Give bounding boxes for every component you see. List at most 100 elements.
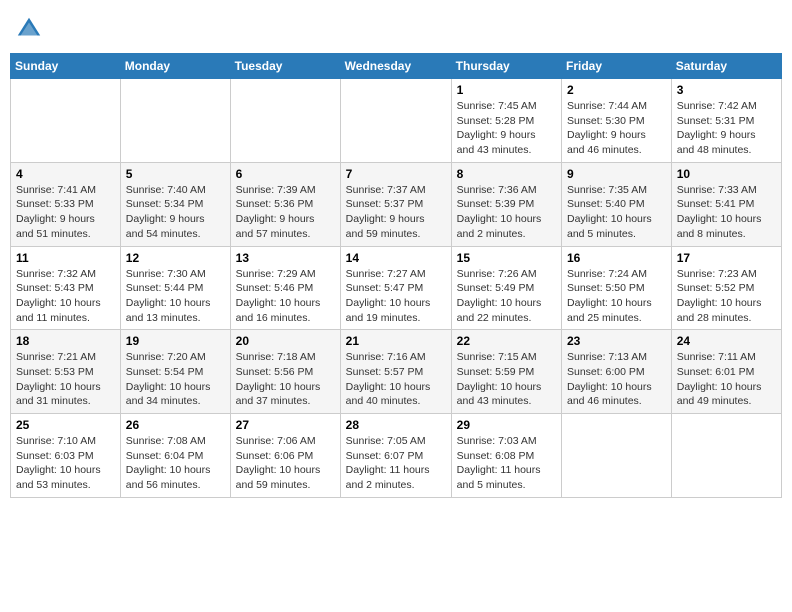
day-number: 29	[457, 418, 556, 432]
logo	[15, 15, 46, 43]
calendar-cell: 16 Sunrise: 7:24 AM Sunset: 5:50 PM Dayli…	[562, 246, 672, 330]
day-number: 11	[16, 251, 115, 265]
day-number: 8	[457, 167, 556, 181]
day-info: Sunrise: 7:37 AM Sunset: 5:37 PM Dayligh…	[346, 183, 446, 242]
day-number: 14	[346, 251, 446, 265]
calendar-cell	[230, 79, 340, 163]
day-number: 23	[567, 334, 666, 348]
day-number: 24	[677, 334, 776, 348]
day-number: 9	[567, 167, 666, 181]
calendar-cell: 18 Sunrise: 7:21 AM Sunset: 5:53 PM Dayli…	[11, 330, 121, 414]
day-info: Sunrise: 7:21 AM Sunset: 5:53 PM Dayligh…	[16, 350, 115, 409]
day-number: 20	[236, 334, 335, 348]
calendar-table: SundayMondayTuesdayWednesdayThursdayFrid…	[10, 53, 782, 498]
calendar-cell	[11, 79, 121, 163]
day-number: 22	[457, 334, 556, 348]
day-number: 2	[567, 83, 666, 97]
day-number: 1	[457, 83, 556, 97]
calendar-cell: 7 Sunrise: 7:37 AM Sunset: 5:37 PM Daylig…	[340, 162, 451, 246]
day-info: Sunrise: 7:44 AM Sunset: 5:30 PM Dayligh…	[567, 99, 666, 158]
day-number: 21	[346, 334, 446, 348]
day-info: Sunrise: 7:36 AM Sunset: 5:39 PM Dayligh…	[457, 183, 556, 242]
calendar-week-row: 1 Sunrise: 7:45 AM Sunset: 5:28 PM Daylig…	[11, 79, 782, 163]
calendar-cell: 10 Sunrise: 7:33 AM Sunset: 5:41 PM Dayli…	[671, 162, 781, 246]
calendar-cell: 27 Sunrise: 7:06 AM Sunset: 6:06 PM Dayli…	[230, 414, 340, 498]
calendar-cell: 1 Sunrise: 7:45 AM Sunset: 5:28 PM Daylig…	[451, 79, 561, 163]
day-info: Sunrise: 7:27 AM Sunset: 5:47 PM Dayligh…	[346, 267, 446, 326]
day-number: 26	[126, 418, 225, 432]
day-info: Sunrise: 7:30 AM Sunset: 5:44 PM Dayligh…	[126, 267, 225, 326]
calendar-week-row: 11 Sunrise: 7:32 AM Sunset: 5:43 PM Dayli…	[11, 246, 782, 330]
calendar-week-row: 25 Sunrise: 7:10 AM Sunset: 6:03 PM Dayli…	[11, 414, 782, 498]
calendar-cell: 6 Sunrise: 7:39 AM Sunset: 5:36 PM Daylig…	[230, 162, 340, 246]
day-number: 10	[677, 167, 776, 181]
day-number: 28	[346, 418, 446, 432]
calendar-cell: 4 Sunrise: 7:41 AM Sunset: 5:33 PM Daylig…	[11, 162, 121, 246]
calendar-header-row: SundayMondayTuesdayWednesdayThursdayFrid…	[11, 54, 782, 79]
calendar-cell: 2 Sunrise: 7:44 AM Sunset: 5:30 PM Daylig…	[562, 79, 672, 163]
calendar-cell: 15 Sunrise: 7:26 AM Sunset: 5:49 PM Dayli…	[451, 246, 561, 330]
day-info: Sunrise: 7:08 AM Sunset: 6:04 PM Dayligh…	[126, 434, 225, 493]
calendar-cell: 3Sunrise: 7:42 AM Sunset: 5:31 PM Daylig…	[671, 79, 781, 163]
calendar-header-sunday: Sunday	[11, 54, 121, 79]
day-number: 27	[236, 418, 335, 432]
calendar-cell	[340, 79, 451, 163]
calendar-week-row: 4 Sunrise: 7:41 AM Sunset: 5:33 PM Daylig…	[11, 162, 782, 246]
calendar-header-wednesday: Wednesday	[340, 54, 451, 79]
day-info: Sunrise: 7:39 AM Sunset: 5:36 PM Dayligh…	[236, 183, 335, 242]
day-info: Sunrise: 7:26 AM Sunset: 5:49 PM Dayligh…	[457, 267, 556, 326]
day-info: Sunrise: 7:32 AM Sunset: 5:43 PM Dayligh…	[16, 267, 115, 326]
day-number: 4	[16, 167, 115, 181]
calendar-cell: 14 Sunrise: 7:27 AM Sunset: 5:47 PM Dayli…	[340, 246, 451, 330]
day-info: Sunrise: 7:20 AM Sunset: 5:54 PM Dayligh…	[126, 350, 225, 409]
day-info: Sunrise: 7:11 AM Sunset: 6:01 PM Dayligh…	[677, 350, 776, 409]
day-number: 16	[567, 251, 666, 265]
day-number: 7	[346, 167, 446, 181]
calendar-cell	[671, 414, 781, 498]
day-info: Sunrise: 7:41 AM Sunset: 5:33 PM Dayligh…	[16, 183, 115, 242]
day-info: Sunrise: 7:45 AM Sunset: 5:28 PM Dayligh…	[457, 99, 556, 158]
day-number: 13	[236, 251, 335, 265]
day-info: Sunrise: 7:29 AM Sunset: 5:46 PM Dayligh…	[236, 267, 335, 326]
day-info: Sunrise: 7:23 AM Sunset: 5:52 PM Dayligh…	[677, 267, 776, 326]
page-header	[10, 10, 782, 43]
day-number: 15	[457, 251, 556, 265]
calendar-cell: 20 Sunrise: 7:18 AM Sunset: 5:56 PM Dayli…	[230, 330, 340, 414]
calendar-cell: 23 Sunrise: 7:13 AM Sunset: 6:00 PM Dayli…	[562, 330, 672, 414]
calendar-cell	[120, 79, 230, 163]
day-number: 6	[236, 167, 335, 181]
day-number: 18	[16, 334, 115, 348]
calendar-cell: 5Sunrise: 7:40 AM Sunset: 5:34 PM Daylig…	[120, 162, 230, 246]
day-number: 25	[16, 418, 115, 432]
day-info: Sunrise: 7:15 AM Sunset: 5:59 PM Dayligh…	[457, 350, 556, 409]
day-info: Sunrise: 7:10 AM Sunset: 6:03 PM Dayligh…	[16, 434, 115, 493]
day-number: 5	[126, 167, 225, 181]
calendar-cell: 21 Sunrise: 7:16 AM Sunset: 5:57 PM Dayli…	[340, 330, 451, 414]
calendar-cell: 11 Sunrise: 7:32 AM Sunset: 5:43 PM Dayli…	[11, 246, 121, 330]
day-info: Sunrise: 7:16 AM Sunset: 5:57 PM Dayligh…	[346, 350, 446, 409]
calendar-cell: 12 Sunrise: 7:30 AM Sunset: 5:44 PM Dayli…	[120, 246, 230, 330]
day-info: Sunrise: 7:33 AM Sunset: 5:41 PM Dayligh…	[677, 183, 776, 242]
calendar-week-row: 18 Sunrise: 7:21 AM Sunset: 5:53 PM Dayli…	[11, 330, 782, 414]
calendar-cell: 24 Sunrise: 7:11 AM Sunset: 6:01 PM Dayli…	[671, 330, 781, 414]
calendar-cell: 9 Sunrise: 7:35 AM Sunset: 5:40 PM Daylig…	[562, 162, 672, 246]
calendar-cell	[562, 414, 672, 498]
day-number: 12	[126, 251, 225, 265]
calendar-cell: 8 Sunrise: 7:36 AM Sunset: 5:39 PM Daylig…	[451, 162, 561, 246]
day-info: Sunrise: 7:13 AM Sunset: 6:00 PM Dayligh…	[567, 350, 666, 409]
calendar-cell: 28 Sunrise: 7:05 AM Sunset: 6:07 PM Dayli…	[340, 414, 451, 498]
calendar-header-monday: Monday	[120, 54, 230, 79]
day-info: Sunrise: 7:35 AM Sunset: 5:40 PM Dayligh…	[567, 183, 666, 242]
calendar-cell: 17 Sunrise: 7:23 AM Sunset: 5:52 PM Dayli…	[671, 246, 781, 330]
logo-icon	[15, 15, 43, 43]
day-info: Sunrise: 7:18 AM Sunset: 5:56 PM Dayligh…	[236, 350, 335, 409]
calendar-header-saturday: Saturday	[671, 54, 781, 79]
calendar-header-friday: Friday	[562, 54, 672, 79]
day-info: Sunrise: 7:03 AM Sunset: 6:08 PM Dayligh…	[457, 434, 556, 493]
day-number: 17	[677, 251, 776, 265]
day-info: Sunrise: 7:24 AM Sunset: 5:50 PM Dayligh…	[567, 267, 666, 326]
calendar-cell: 22 Sunrise: 7:15 AM Sunset: 5:59 PM Dayli…	[451, 330, 561, 414]
calendar-cell: 13 Sunrise: 7:29 AM Sunset: 5:46 PM Dayli…	[230, 246, 340, 330]
day-info: Sunrise: 7:06 AM Sunset: 6:06 PM Dayligh…	[236, 434, 335, 493]
day-info: Sunrise: 7:05 AM Sunset: 6:07 PM Dayligh…	[346, 434, 446, 493]
